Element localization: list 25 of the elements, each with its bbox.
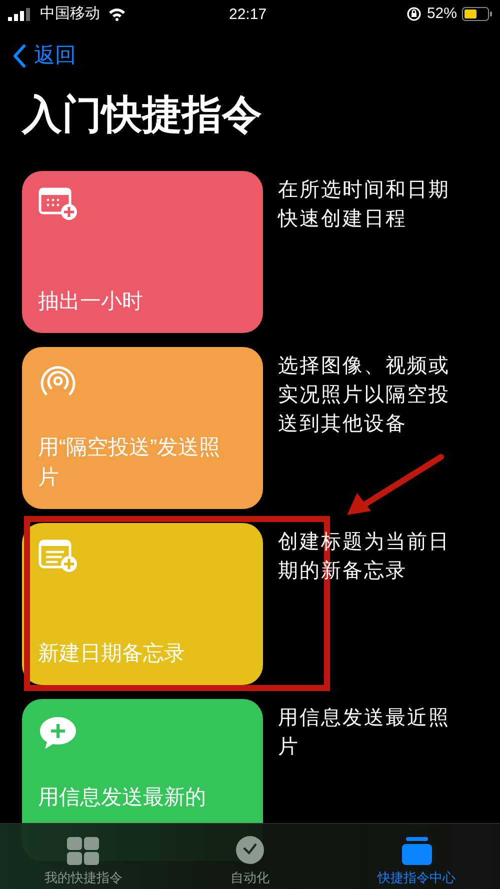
tab-item[interactable]: 快捷指令中心 [333,824,500,889]
shortcut-card[interactable]: 抽出一小时 [22,171,263,333]
wifi-icon [108,8,126,20]
shortcut-title: 新建日期备忘录 [38,641,186,667]
grid-icon [67,836,100,864]
note-add-icon [38,539,78,573]
shortcut-title: 抽出一小时 [38,289,144,315]
shortcut-description: 选择图像、视频或实况照片以隔空投送到其他设备 [278,354,451,437]
battery-icon [462,7,492,21]
arrow-icon [345,453,445,517]
back-button[interactable]: 返回 [12,40,76,72]
shortcut-description: 用信息发送最近照片 [278,706,451,760]
shortcut-title: 用“隔空投送”发送照片 [38,435,221,491]
shortcut-description: 在所选时间和日期快速创建日程 [278,178,451,232]
rotation-lock-icon [406,6,422,22]
shortcut-title: 用信息发送最新的 [38,785,207,811]
clock-check-icon [235,834,265,864]
chat-bubble-plus-icon [38,715,78,751]
calendar-add-icon [38,187,78,221]
stacked-cards-icon [402,836,432,864]
page-title: 入门快捷指令 [20,92,263,139]
carrier-name: 中国移动 [40,4,100,24]
clock-time: 22:17 [229,5,267,25]
chevron-left-icon [12,44,26,68]
battery-percent: 52% [426,4,457,24]
